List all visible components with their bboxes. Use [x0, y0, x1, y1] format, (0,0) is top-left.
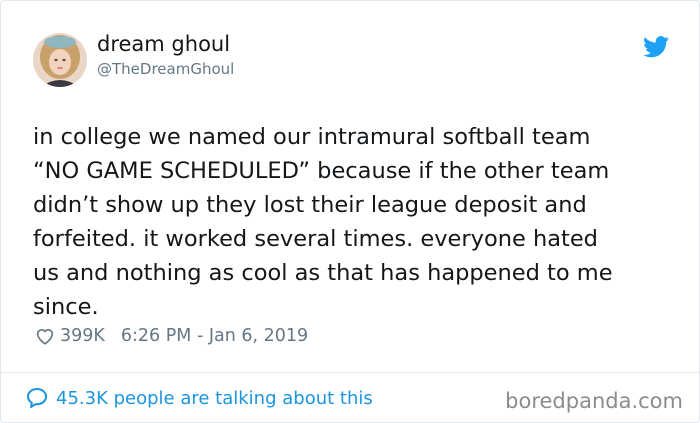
tweet-text-line: us and nothing as cool as that has happe… — [33, 260, 613, 286]
speech-bubble-icon — [27, 388, 47, 408]
tweet-text: in college we named our intramural softb… — [33, 120, 673, 324]
tweet-text-line: didn’t show up they lost their league de… — [33, 192, 587, 218]
tweet-card: dream ghoul @TheDreamGhoul in college we… — [0, 0, 700, 423]
tweet-text-line: since. — [33, 294, 99, 320]
watermark: boredpanda.com — [505, 389, 683, 413]
like-count[interactable]: 399K — [60, 326, 105, 346]
author-display-name[interactable]: dream ghoul — [97, 32, 230, 56]
tweet-text-line: “NO GAME SCHEDULED” because if the other… — [33, 158, 610, 184]
footer-divider — [1, 372, 699, 373]
conversation-label: 45.3K people are talking about this — [56, 387, 373, 409]
conversation-link[interactable]: 45.3K people are talking about this — [25, 386, 373, 410]
tweet-meta: 399K 6:26 PM - Jan 6, 2019 — [34, 323, 308, 349]
twitter-bird-icon[interactable] — [643, 36, 669, 58]
tweet-timestamp[interactable]: 6:26 PM - Jan 6, 2019 — [121, 326, 308, 346]
tweet-text-line: forfeited. it worked several times. ever… — [33, 226, 598, 252]
heart-icon[interactable] — [34, 325, 56, 347]
author-avatar[interactable] — [33, 33, 87, 87]
author-handle[interactable]: @TheDreamGhoul — [97, 60, 234, 78]
tweet-text-line: in college we named our intramural softb… — [33, 124, 591, 150]
